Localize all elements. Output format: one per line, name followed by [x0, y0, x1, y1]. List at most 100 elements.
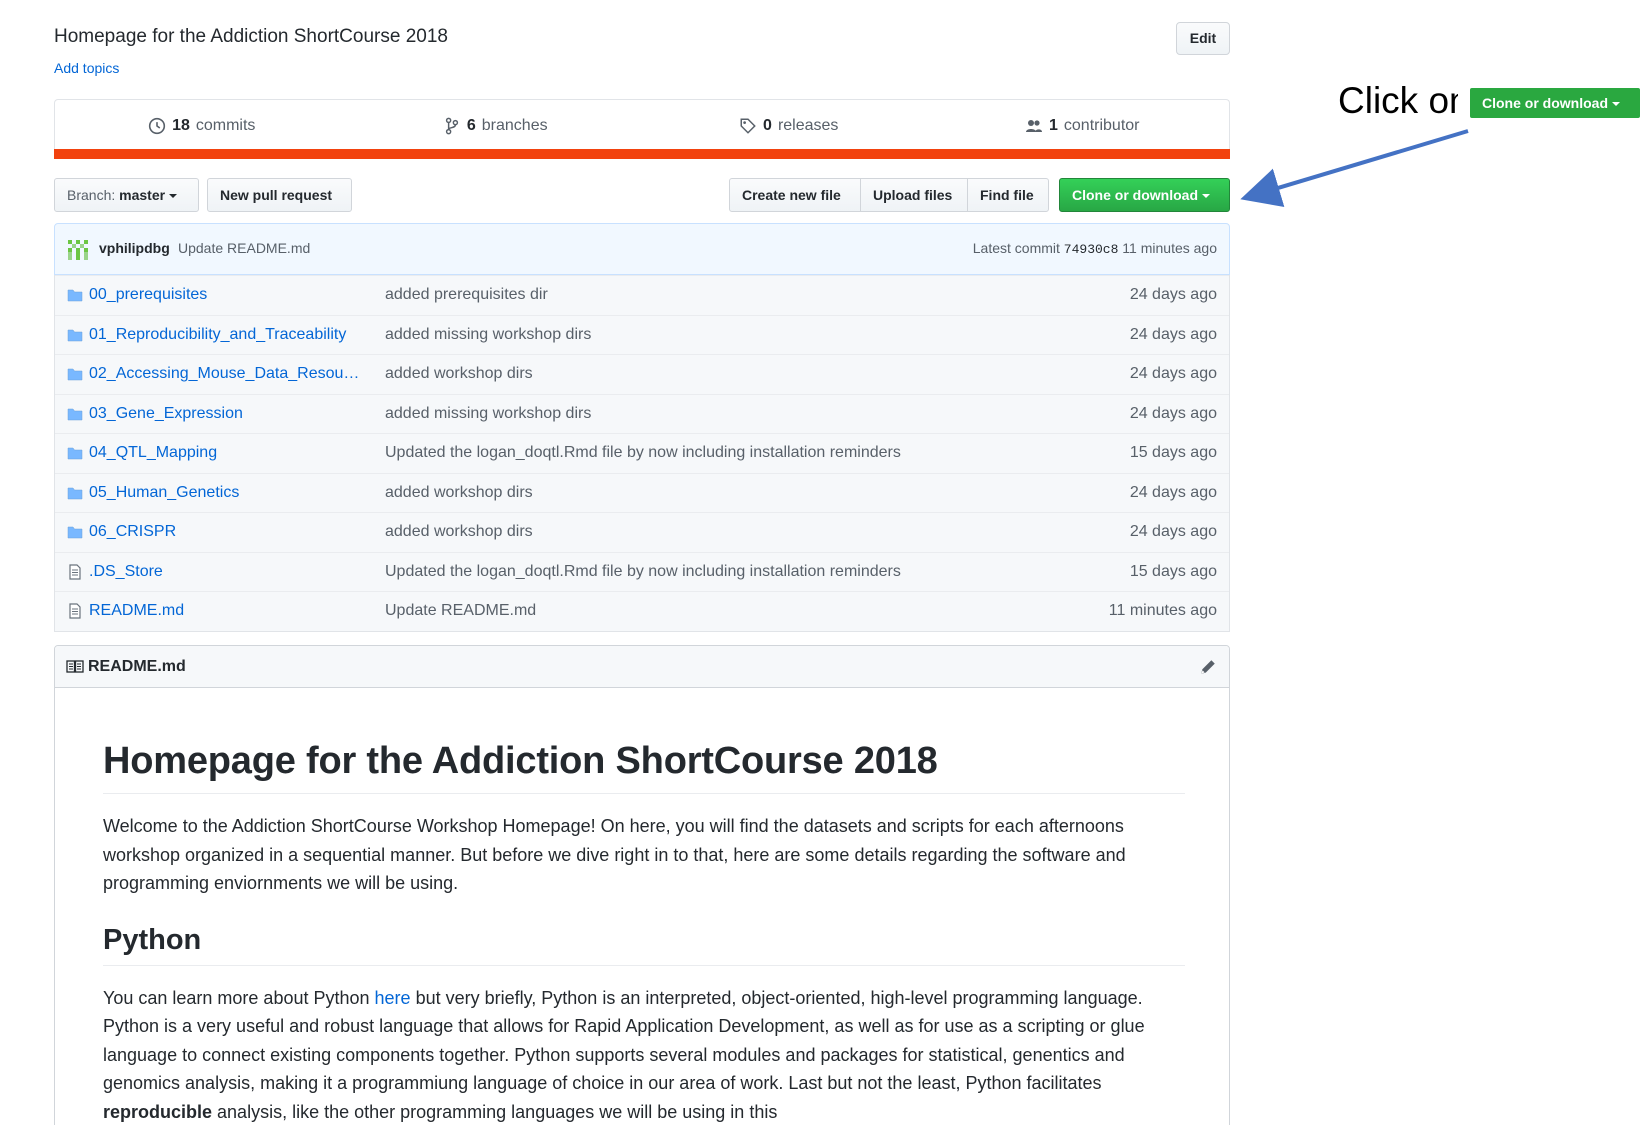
folder-icon	[67, 445, 83, 461]
commits-label: commits	[195, 116, 256, 134]
contributors-count: 1	[1049, 116, 1058, 134]
create-new-file-button[interactable]: Create new file	[729, 178, 861, 212]
file-age: 24 days ago	[1129, 286, 1217, 303]
commits-link[interactable]: 18 commits	[55, 100, 349, 149]
annotation-clone-button: Clone or download	[1470, 88, 1640, 118]
file-commit-message[interactable]: added workshop dirs	[385, 523, 533, 541]
annotation-clone-label: Clone or download	[1482, 95, 1608, 111]
avatar[interactable]	[67, 240, 89, 260]
file-row: 03_Gene_Expression added missing workshop…	[55, 393, 1229, 433]
python-text-start: You can learn more about Python	[103, 987, 375, 1008]
new-pull-request-button[interactable]: New pull request	[207, 178, 352, 212]
file-age: 15 days ago	[1129, 562, 1217, 580]
caret-down-icon	[1202, 194, 1210, 199]
pencil-icon[interactable]	[1199, 658, 1217, 676]
edit-description-button[interactable]: Edit	[1176, 22, 1230, 55]
branch-select-button[interactable]: Branch: master	[54, 178, 199, 212]
file-age: 24 days ago	[1129, 523, 1217, 540]
contributors-link[interactable]: 1 contributor	[936, 100, 1230, 149]
file-commit-message[interactable]: added prerequisites dir	[385, 286, 548, 304]
file-row: 02_Accessing_Mouse_Data_Resou… added work…	[55, 354, 1229, 394]
file-row: 01_Reproducibility_and_Traceability added…	[55, 314, 1229, 354]
branches-link[interactable]: 6 branches	[349, 100, 643, 149]
upload-files-button[interactable]: Upload files	[860, 178, 968, 212]
folder-icon	[67, 406, 83, 422]
history-icon	[148, 117, 166, 134]
file-age: 11 minutes ago	[1108, 602, 1217, 619]
python-here-link[interactable]: here	[375, 988, 411, 1008]
commit-sha[interactable]: 74930c8	[1064, 242, 1119, 257]
commit-time: 11 minutes ago	[1122, 240, 1217, 256]
file-age: 24 days ago	[1129, 325, 1217, 343]
file-name-link[interactable]: 02_Accessing_Mouse_Data_Resou…	[89, 365, 369, 383]
readme-heading: Homepage for the Addiction ShortCourse 2…	[103, 740, 1185, 794]
branches-label: branches	[481, 116, 548, 134]
file-age: 24 days ago	[1129, 483, 1217, 501]
file-name-link[interactable]: 00_prerequisites	[89, 286, 369, 304]
file-commit-message[interactable]: Updated the logan_doqtl.Rmd file by now …	[385, 444, 901, 462]
python-text-end: analysis, like the other programming lan…	[212, 1101, 778, 1122]
folder-icon	[67, 287, 83, 303]
branch-prefix: Branch:	[67, 187, 116, 203]
add-topics-link[interactable]: Add topics	[54, 60, 119, 76]
file-name-link[interactable]: README.md	[89, 602, 369, 620]
file-name-link[interactable]: 05_Human_Genetics	[89, 484, 369, 502]
readme-filename: README.md	[88, 658, 186, 675]
folder-icon	[67, 327, 83, 343]
python-paragraph: You can learn more about Python here but…	[103, 984, 1185, 1125]
folder-icon	[67, 485, 83, 501]
file-row: 05_Human_Genetics added workshop dirs 24 d…	[55, 472, 1229, 512]
book-icon	[66, 660, 84, 673]
find-file-button[interactable]: Find file	[967, 178, 1049, 212]
file-list: 00_prerequisites added prerequisites dir 2…	[54, 275, 1230, 632]
file-name-link[interactable]: 04_QTL_Mapping	[89, 444, 369, 462]
annotation-text: Click on	[1338, 80, 1458, 121]
latest-commit-bar: vphilipdbg Update README.md Latest commi…	[54, 223, 1230, 275]
file-commit-message[interactable]: added missing workshop dirs	[385, 326, 591, 344]
branches-count: 6	[466, 116, 476, 134]
file-commit-message[interactable]: added missing workshop dirs	[385, 405, 591, 423]
file-row: 00_prerequisites added prerequisites dir 2…	[55, 275, 1229, 315]
file-name-link[interactable]: 06_CRISPR	[89, 523, 369, 541]
caret-down-icon	[1612, 102, 1620, 107]
file-commit-message[interactable]: added workshop dirs	[385, 365, 533, 383]
readme-header: README.md	[55, 646, 1229, 688]
file-name-link[interactable]: 01_Reproducibility_and_Traceability	[89, 326, 369, 344]
latest-commit-label: Latest commit	[972, 240, 1060, 256]
file-commit-message[interactable]: added workshop dirs	[385, 484, 533, 502]
tag-icon	[740, 118, 756, 134]
folder-icon	[67, 366, 83, 382]
file-commit-message[interactable]: Update README.md	[385, 602, 536, 620]
file-age: 24 days ago	[1129, 365, 1217, 382]
commits-count: 18	[172, 116, 190, 134]
file-row: 04_QTL_Mapping Updated the logan_doqtl.Rm…	[55, 433, 1229, 473]
branch-icon	[445, 117, 459, 134]
numbers-summary: 18 commits 6 branches 0 releases 1 contr…	[54, 99, 1230, 149]
readme-content: Homepage for the Addiction ShortCourse 2…	[103, 688, 1185, 1125]
file-commit-message[interactable]: Updated the logan_doqtl.Rmd file by now …	[385, 563, 901, 581]
releases-link[interactable]: 0 releases	[642, 100, 936, 149]
clone-or-download-button[interactable]: Clone or download	[1059, 178, 1230, 212]
readme-intro: Welcome to the Addiction ShortCourse Wor…	[103, 816, 1126, 893]
file-row: README.md Update README.md 11 minutes ago	[55, 591, 1229, 631]
repo-description: Homepage for the Addiction ShortCourse 2…	[54, 26, 448, 47]
branch-name: master	[119, 187, 166, 203]
file-icon	[67, 603, 83, 619]
file-name-link[interactable]: .DS_Store	[89, 563, 369, 581]
python-heading: Python	[103, 924, 1185, 966]
commit-message[interactable]: Update README.md	[178, 240, 310, 256]
file-name-link[interactable]: 03_Gene_Expression	[89, 405, 369, 423]
file-navigation: Branch: master New pull request Create n…	[54, 178, 1230, 212]
repo-description-row: Homepage for the Addiction ShortCourse 2…	[54, 22, 1230, 62]
folder-icon	[67, 524, 83, 540]
file-row: 06_CRISPR added workshop dirs 24 days ago	[55, 512, 1229, 552]
people-icon	[1026, 119, 1042, 132]
latest-commit-info: Latest commit 74930c8 11 minutes ago	[973, 240, 1217, 257]
file-age: 15 days ago	[1129, 444, 1217, 461]
releases-count: 0	[763, 116, 772, 134]
commit-author[interactable]: vphilipdbg	[99, 240, 170, 256]
readme-panel: README.md Homepage for the Addiction Sho…	[54, 645, 1230, 1125]
python-bold-word: reproducible	[103, 1101, 213, 1122]
caret-down-icon	[169, 194, 178, 199]
language-bar[interactable]	[54, 149, 1230, 159]
